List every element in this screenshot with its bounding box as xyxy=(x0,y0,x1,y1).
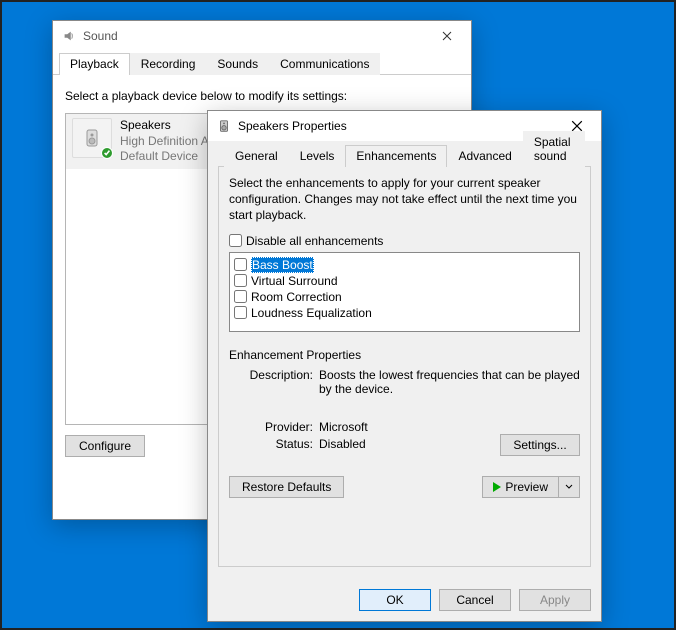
tab-playback[interactable]: Playback xyxy=(59,53,130,75)
enh-bass-boost-label: Bass Boost xyxy=(251,257,314,273)
speaker-icon xyxy=(72,118,112,158)
enhancement-list[interactable]: Bass Boost Virtual Surround Room Correct… xyxy=(229,252,580,332)
enh-bass-boost[interactable]: Bass Boost xyxy=(232,257,577,273)
tab-levels[interactable]: Levels xyxy=(289,145,346,167)
tab-sounds[interactable]: Sounds xyxy=(206,53,269,75)
preview-button[interactable]: Preview xyxy=(482,476,580,498)
cancel-button[interactable]: Cancel xyxy=(439,589,511,611)
enh-virtual-surround[interactable]: Virtual Surround xyxy=(232,273,577,289)
provider-key: Provider: xyxy=(229,420,319,434)
settings-button[interactable]: Settings... xyxy=(500,434,580,456)
apply-button[interactable]: Apply xyxy=(519,589,591,611)
close-icon[interactable] xyxy=(427,22,467,50)
enh-loudness-eq-checkbox[interactable] xyxy=(234,306,247,319)
dialog-footer: OK Cancel Apply xyxy=(359,589,591,611)
instruction-text: Select a playback device below to modify… xyxy=(65,89,459,103)
tab-general[interactable]: General xyxy=(224,145,289,167)
props-title: Speakers Properties xyxy=(238,119,557,133)
speaker-settings-icon xyxy=(216,118,232,134)
disable-all-checkbox[interactable] xyxy=(229,234,242,247)
description-key: Description: xyxy=(229,368,319,396)
provider-value: Microsoft xyxy=(319,420,580,434)
sound-tabbar: Playback Recording Sounds Communications xyxy=(53,51,471,75)
enh-room-correction[interactable]: Room Correction xyxy=(232,289,577,305)
disable-all-label: Disable all enhancements xyxy=(246,234,383,248)
tab-spatial-sound[interactable]: Spatial sound xyxy=(523,131,585,167)
tab-enhancements[interactable]: Enhancements xyxy=(345,145,447,167)
enhancement-properties-title: Enhancement Properties xyxy=(229,348,580,362)
tab-recording[interactable]: Recording xyxy=(130,53,207,75)
preview-label: Preview xyxy=(505,480,548,494)
restore-defaults-button[interactable]: Restore Defaults xyxy=(229,476,344,498)
sound-title: Sound xyxy=(83,29,427,43)
kv-description: Description: Boosts the lowest frequenci… xyxy=(229,368,580,396)
status-key: Status: xyxy=(229,437,319,451)
enhancements-panel: Select the enhancements to apply for you… xyxy=(218,167,591,567)
preview-main[interactable]: Preview xyxy=(483,477,559,497)
sound-titlebar[interactable]: Sound xyxy=(53,21,471,51)
enh-virtual-surround-checkbox[interactable] xyxy=(234,274,247,287)
play-icon xyxy=(493,482,501,492)
chevron-down-icon xyxy=(565,483,573,491)
enh-loudness-eq[interactable]: Loudness Equalization xyxy=(232,305,577,321)
speakers-properties-window: Speakers Properties General Levels Enhan… xyxy=(207,110,602,622)
tab-communications[interactable]: Communications xyxy=(269,53,380,75)
ok-button[interactable]: OK xyxy=(359,589,431,611)
enh-loudness-eq-label: Loudness Equalization xyxy=(251,305,372,321)
enh-virtual-surround-label: Virtual Surround xyxy=(251,273,338,289)
enh-bass-boost-checkbox[interactable] xyxy=(234,258,247,271)
preview-dropdown[interactable] xyxy=(559,477,579,497)
disable-all-check[interactable]: Disable all enhancements xyxy=(229,234,580,248)
tab-advanced[interactable]: Advanced xyxy=(447,145,522,167)
enh-room-correction-checkbox[interactable] xyxy=(234,290,247,303)
description-value: Boosts the lowest frequencies that can b… xyxy=(319,368,580,396)
panel-description: Select the enhancements to apply for you… xyxy=(229,175,580,224)
configure-button[interactable]: Configure xyxy=(65,435,145,457)
enh-room-correction-label: Room Correction xyxy=(251,289,342,305)
kv-provider: Provider: Microsoft xyxy=(229,420,580,434)
props-tabbar: General Levels Enhancements Advanced Spa… xyxy=(218,143,591,167)
default-check-icon xyxy=(101,147,113,159)
sound-icon xyxy=(61,28,77,44)
